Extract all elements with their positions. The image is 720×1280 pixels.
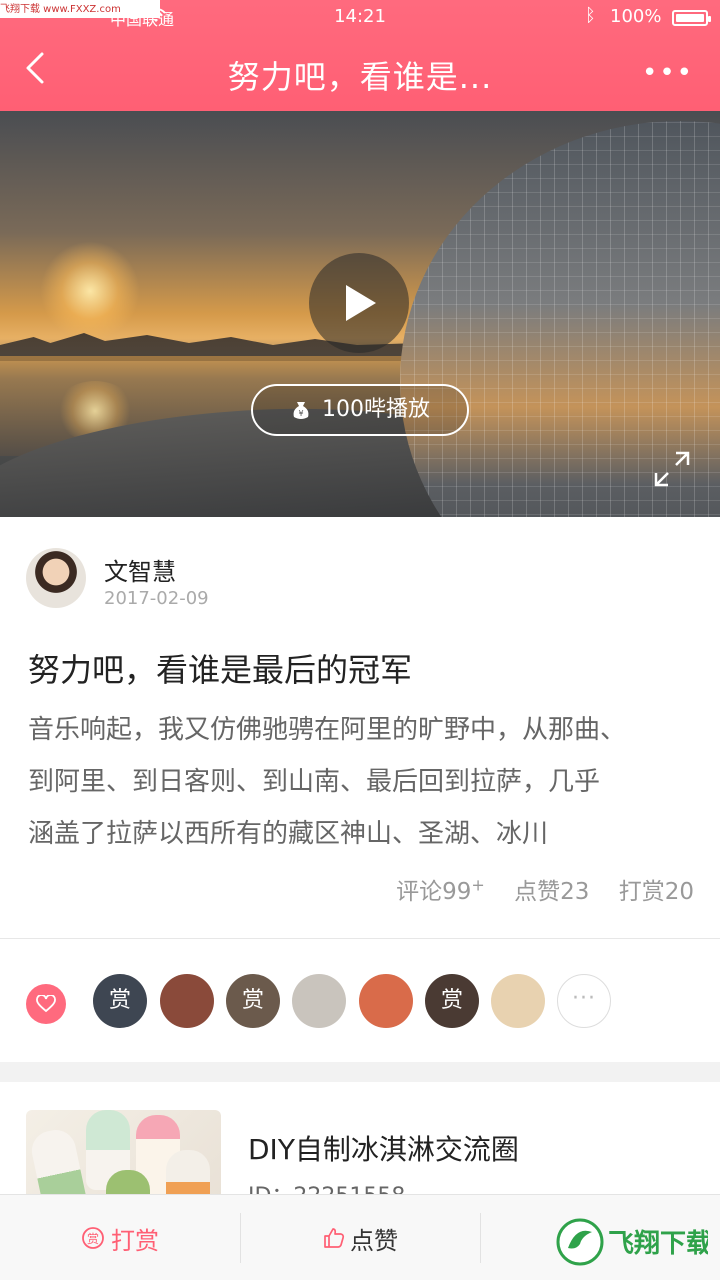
video-sun: [40, 241, 140, 341]
more-tippers-button[interactable]: ···: [557, 974, 611, 1028]
battery-percent: 100%: [610, 6, 662, 27]
video-player[interactable]: ¥ 100哔播放: [0, 111, 720, 517]
battery-icon: [672, 10, 711, 26]
coin-bag-icon: ¥: [293, 402, 309, 419]
heart-icon: [36, 995, 56, 1013]
svg-text:赏: 赏: [87, 1232, 99, 1246]
like-heart-button[interactable]: [26, 984, 66, 1024]
play-count-badge: ¥ 100哔播放: [251, 384, 469, 436]
post-date: 2017-02-09: [104, 588, 209, 609]
status-bar: 飞翔下载 www.FXXZ.com 中国联通 14:21 ᛒ 100%: [0, 0, 720, 36]
section-gap: [0, 1062, 720, 1082]
play-icon: [346, 285, 376, 321]
tipper-avatar[interactable]: [491, 974, 545, 1028]
page-title: 努力吧，看谁是...: [227, 58, 493, 96]
post-body-line: 到阿里、到日客则、到山南、最后回到拉萨，几乎: [28, 767, 601, 797]
post-body: 音乐响起，我又仿佛驰骋在阿里的旷野中，从那曲、 到阿里、到日客则、到山南、最后回…: [28, 704, 698, 860]
tip-button[interactable]: 赏 打赏: [0, 1195, 240, 1280]
header: 飞翔下载 www.FXXZ.com 中国联通 14:21 ᛒ 100% 努力吧，…: [0, 0, 720, 111]
tipper-avatar[interactable]: [160, 974, 214, 1028]
divider: [0, 938, 720, 939]
post-body-line: 涵盖了拉萨以西所有的藏区神山、圣湖、冰川: [28, 819, 549, 849]
likes-count[interactable]: 点赞23: [514, 879, 589, 905]
tipper-avatar[interactable]: [359, 974, 413, 1028]
author-name[interactable]: 文智慧: [104, 552, 176, 587]
tipper-avatar[interactable]: 赏: [425, 974, 479, 1028]
watermark-text: 飞翔下载: [608, 1229, 708, 1259]
post-title: 努力吧，看谁是最后的冠军: [28, 651, 413, 689]
bar-divider: [480, 1213, 481, 1263]
play-count-label: 100哔播放: [322, 397, 430, 422]
tip-icon: 赏: [82, 1227, 104, 1249]
fullscreen-icon[interactable]: [654, 451, 690, 487]
tipper-avatar[interactable]: 赏: [93, 974, 147, 1028]
bluetooth-icon: ᛒ: [585, 5, 596, 26]
play-button[interactable]: [309, 253, 409, 353]
tip-button-label: 打赏: [111, 1226, 159, 1255]
author-avatar[interactable]: [26, 548, 86, 608]
like-button[interactable]: 点赞: [240, 1195, 480, 1280]
tips-count[interactable]: 打赏20: [619, 879, 694, 905]
post-stats: 评论99+ 点赞23 打赏20: [374, 872, 694, 906]
tipper-avatar[interactable]: [292, 974, 346, 1028]
group-name[interactable]: DIY自制冰淇淋交流圈: [248, 1128, 519, 1168]
thumbs-up-icon: [324, 1228, 345, 1248]
site-watermark-logo: 飞翔下载: [556, 1218, 708, 1266]
tipper-avatar[interactable]: 赏: [226, 974, 280, 1028]
more-icon[interactable]: •••: [642, 58, 694, 88]
like-button-label: 点赞: [350, 1226, 398, 1255]
svg-text:¥: ¥: [298, 409, 303, 418]
comments-count[interactable]: 评论99+: [396, 875, 485, 905]
post-body-line: 音乐响起，我又仿佛驰骋在阿里的旷野中，从那曲、: [28, 715, 627, 745]
